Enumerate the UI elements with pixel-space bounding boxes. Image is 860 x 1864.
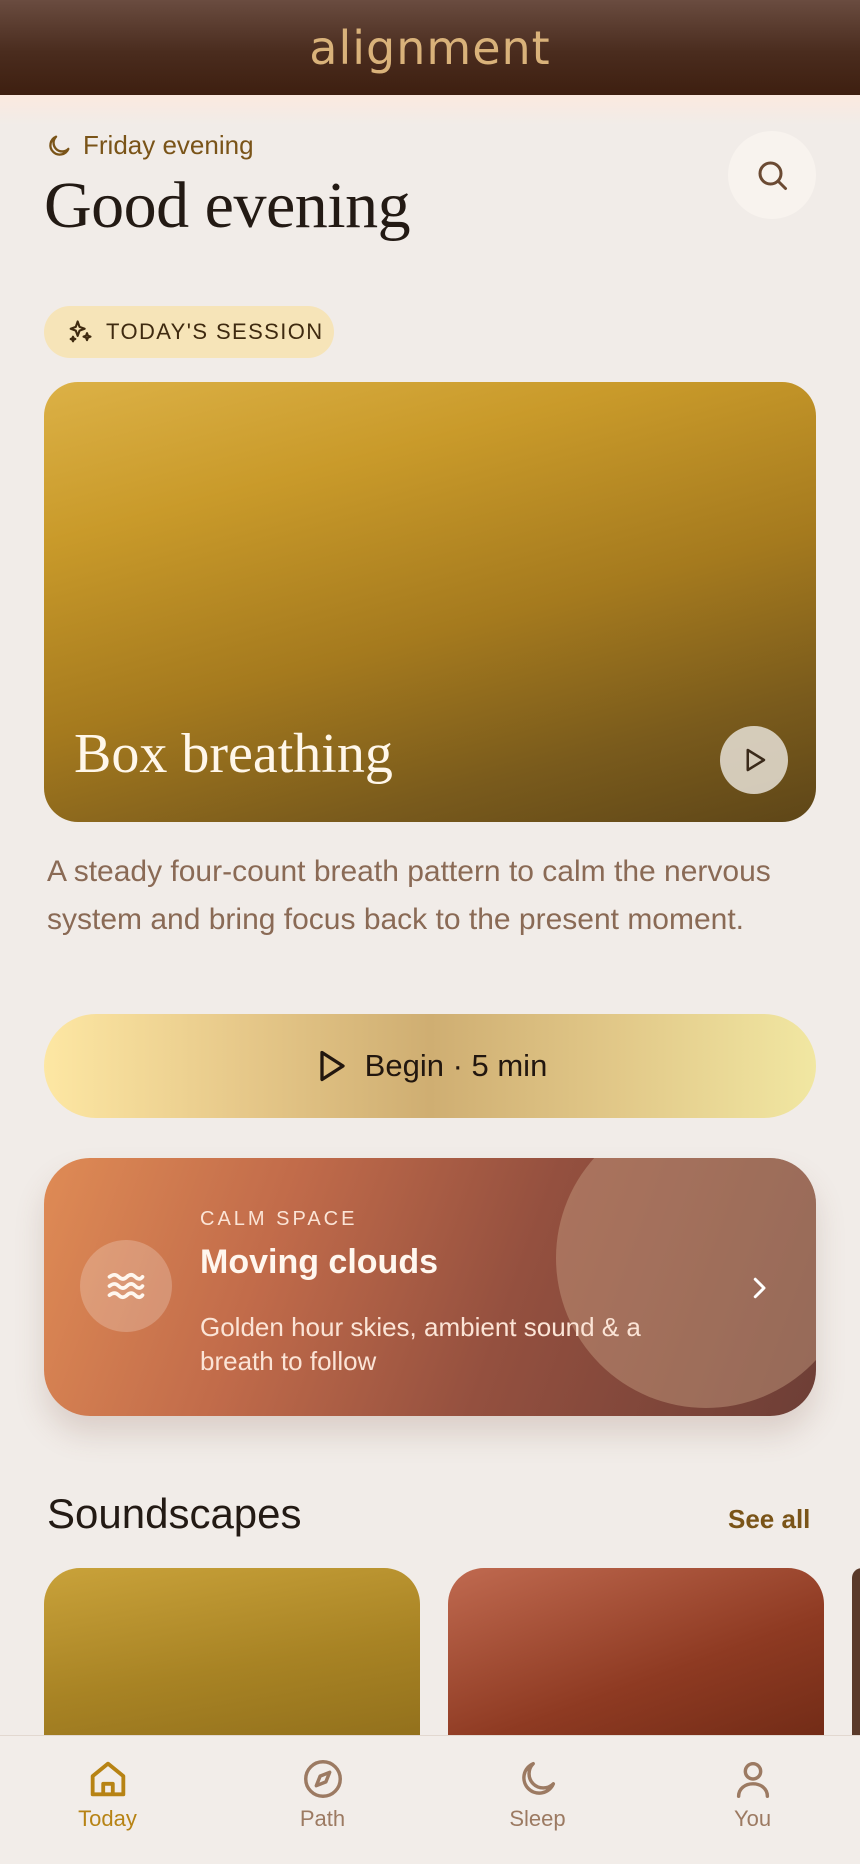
user-icon <box>736 1761 769 1798</box>
see-all-link[interactable]: See all <box>728 1504 810 1535</box>
calm-space-subtitle: Golden hour skies, ambient sound & a bre… <box>200 1312 641 1376</box>
waves-icon <box>107 1272 145 1300</box>
play-icon <box>746 748 766 772</box>
soundscapes-heading: Soundscapes <box>47 1490 302 1537</box>
todays-session-chip: TODAY'S SESSION <box>44 306 334 358</box>
play-icon <box>320 1050 345 1082</box>
calm-space-card[interactable]: CALM SPACE Moving clouds Golden hour ski… <box>44 1158 816 1416</box>
tab-label: Path <box>299 1806 346 1831</box>
tab-sleep[interactable]: Sleep <box>430 1736 645 1864</box>
calm-space-title: Moving clouds <box>200 1243 438 1281</box>
tab-today[interactable]: Today <box>0 1736 215 1864</box>
day-label-text: Friday evening <box>83 130 254 160</box>
waves-icon-badge <box>80 1240 172 1332</box>
tab-label: Today <box>78 1806 137 1831</box>
tab-path[interactable]: Path <box>215 1736 430 1864</box>
compass-icon <box>303 1760 342 1798</box>
app-header: alignment <box>0 0 860 95</box>
home-icon <box>90 1761 125 1797</box>
moon-icon <box>521 1761 555 1795</box>
day-label: Friday evening <box>45 130 254 161</box>
search-button[interactable] <box>728 131 816 219</box>
brand-logo: alignment <box>309 20 551 75</box>
header-shadow <box>0 95 860 125</box>
session-title: Box breathing <box>74 723 393 785</box>
search-icon <box>758 161 787 190</box>
chevron-right-icon <box>753 1277 766 1299</box>
moon-icon <box>49 135 70 156</box>
bottom-tab-bar: Today Path Sleep You <box>0 1735 860 1864</box>
page-title: Good evening <box>44 169 411 242</box>
tab-label: You <box>733 1806 772 1831</box>
begin-label: Begin · 5 min <box>364 1048 548 1083</box>
play-button[interactable] <box>720 726 788 794</box>
calm-space-kicker: CALM SPACE <box>200 1208 358 1230</box>
session-hero-card[interactable]: Box breathing <box>44 382 816 822</box>
session-description: A steady four-count breath pattern to ca… <box>47 855 771 936</box>
tab-label: Sleep <box>509 1806 566 1831</box>
tab-you[interactable]: You <box>645 1736 860 1864</box>
begin-button[interactable]: Begin · 5 min <box>44 1014 816 1118</box>
session-chip-label: TODAY'S SESSION <box>106 319 324 344</box>
sparkles-icon <box>69 320 92 343</box>
